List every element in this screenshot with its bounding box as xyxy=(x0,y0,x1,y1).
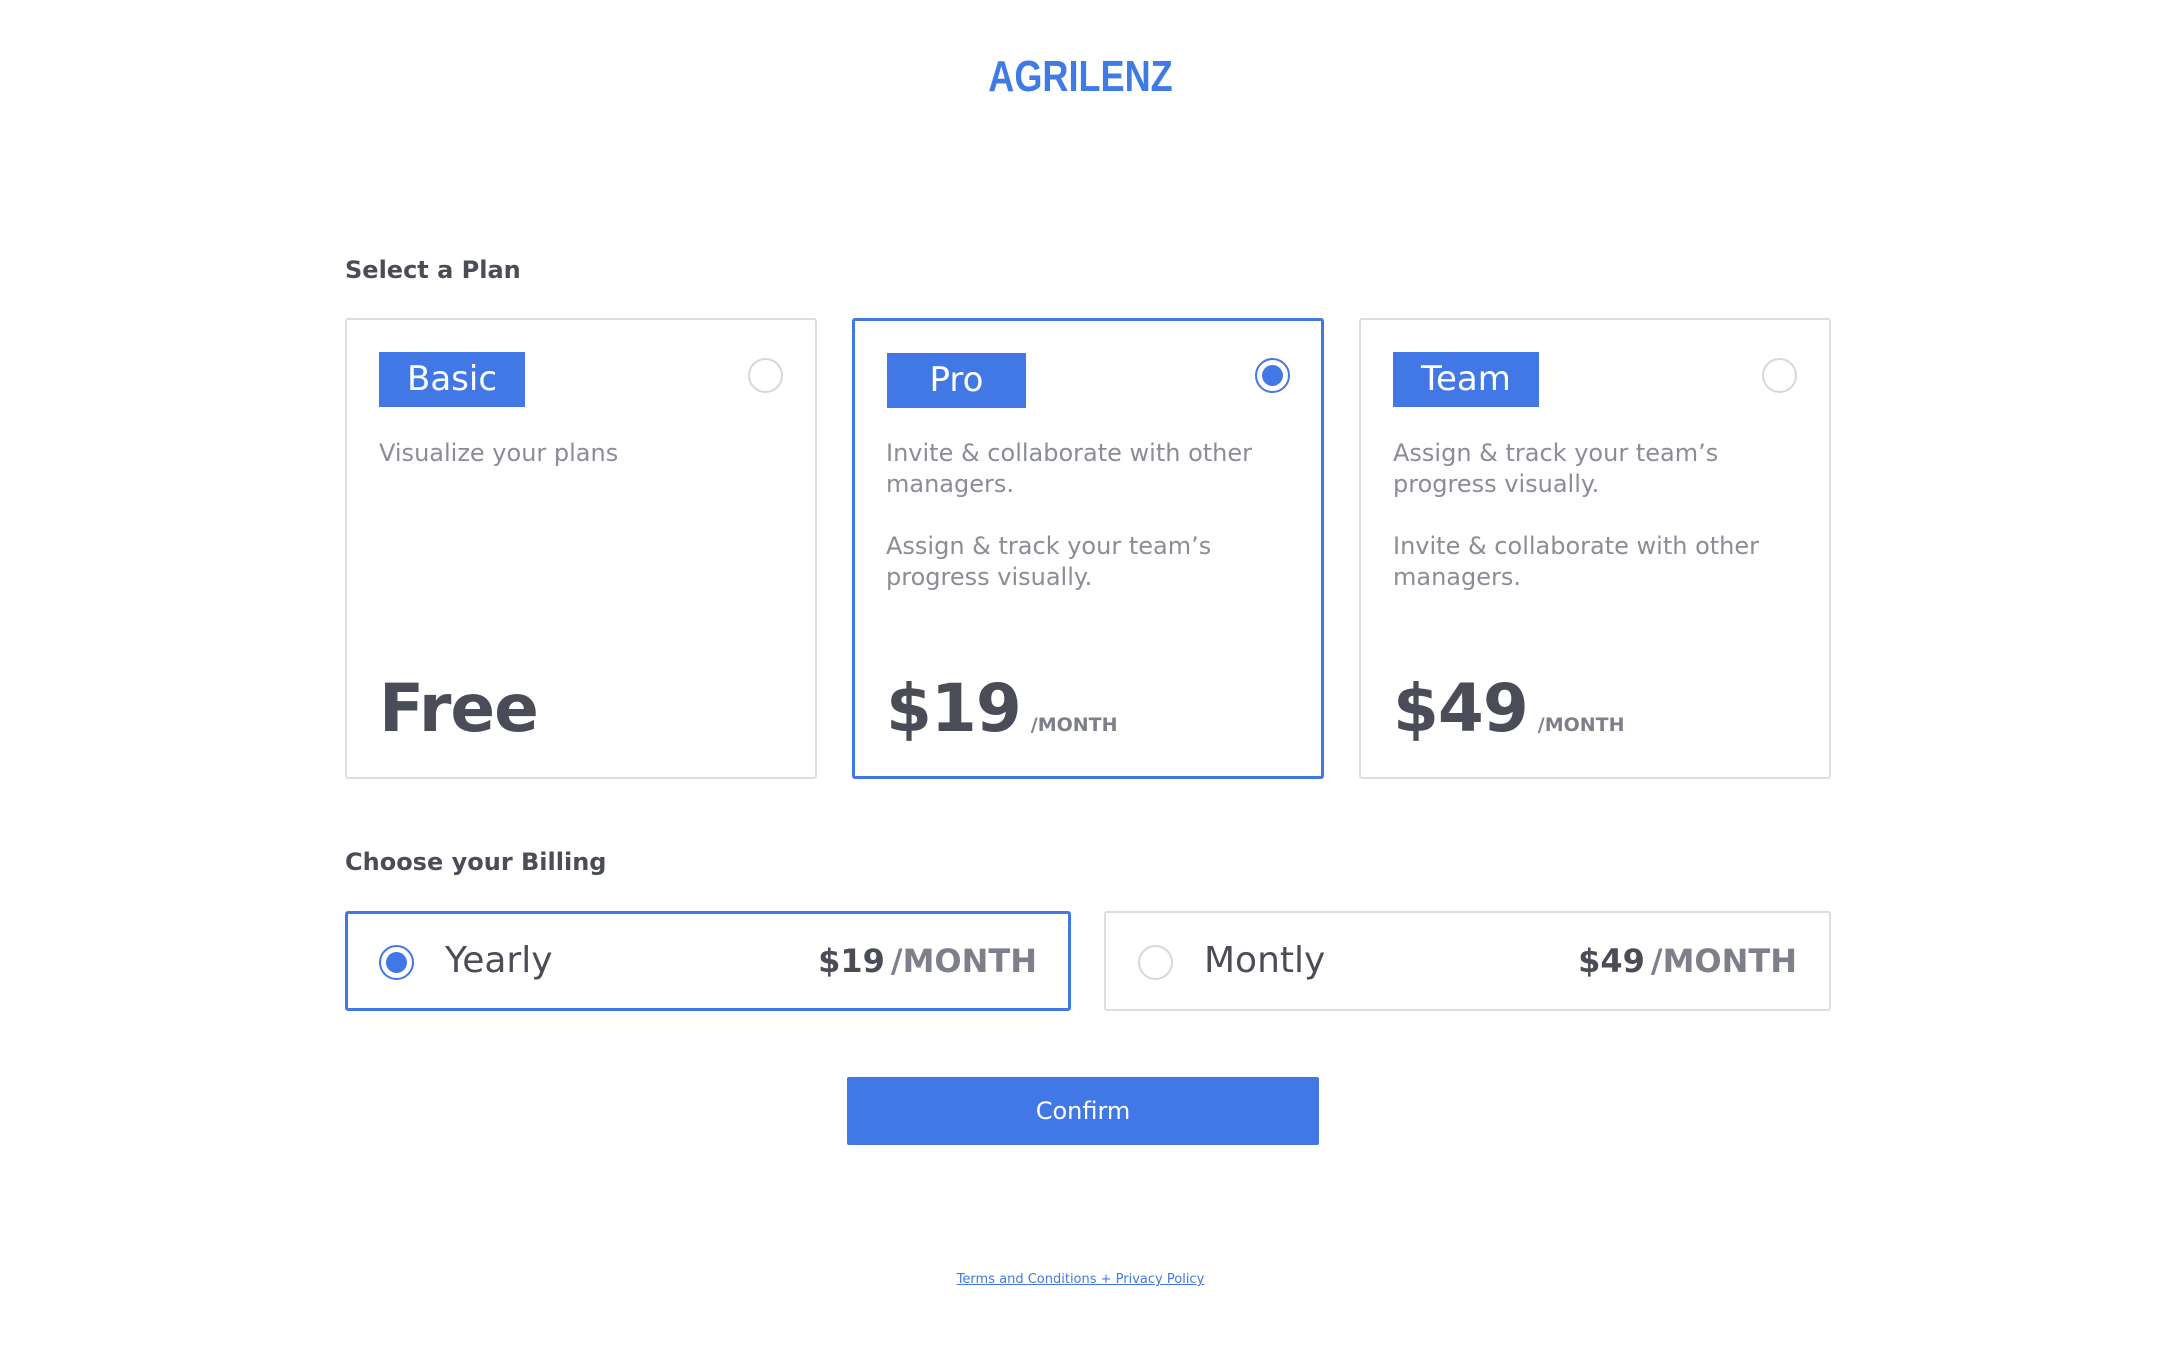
plan-feature-text: Assign & track your team’s progress visu… xyxy=(1393,439,1719,498)
plan-price-row: $19 /MONTH xyxy=(886,670,1118,747)
plan-card-pro[interactable]: Pro Invite & collaborate with other mana… xyxy=(852,318,1324,779)
billing-option-monthly[interactable]: Montly $49/MONTH xyxy=(1104,911,1831,1011)
terms-privacy-link[interactable]: Terms and Conditions + Privacy Policy xyxy=(957,1272,1205,1287)
confirm-button[interactable]: Confirm xyxy=(847,1077,1319,1145)
plan-price-period: /MONTH xyxy=(1537,714,1625,736)
plan-price-period: /MONTH xyxy=(1030,714,1118,736)
billing-unit: /MONTH xyxy=(890,942,1037,980)
billing-price: $49/MONTH xyxy=(1578,913,1797,1015)
plan-price: Free xyxy=(379,670,539,747)
billing-heading: Choose your Billing xyxy=(345,848,607,876)
plan-card-team[interactable]: Team Assign & track your team’s progress… xyxy=(1359,318,1831,779)
select-plan-heading: Select a Plan xyxy=(345,256,521,284)
billing-label: Montly xyxy=(1204,940,1326,981)
billing-amount: $19 xyxy=(818,942,885,980)
plan-price-row: $49 /MONTH xyxy=(1393,670,1625,747)
plan-price: $49 xyxy=(1393,670,1529,747)
footer: Terms and Conditions + Privacy Policy xyxy=(0,1272,2161,1287)
plan-price-row: Free xyxy=(379,670,539,747)
plan-feature-text: Assign & track your team’s progress visu… xyxy=(886,532,1212,591)
plan-feature-text: Invite & collaborate with other managers… xyxy=(1393,532,1760,591)
billing-label: Yearly xyxy=(445,940,553,981)
plan-name-badge: Basic xyxy=(379,352,526,407)
plan-name-badge: Team xyxy=(1393,352,1539,407)
plan-radio-basic[interactable] xyxy=(748,358,783,393)
billing-price: $19/MONTH xyxy=(818,914,1037,1014)
brand-logo: AGRILENZ xyxy=(988,52,1173,101)
plan-feature-text: Visualize your plans xyxy=(379,439,619,467)
plan-feature-text: Invite & collaborate with other managers… xyxy=(886,439,1253,498)
plan-card-basic[interactable]: Basic Visualize your plans Free xyxy=(345,318,817,779)
billing-option-yearly[interactable]: Yearly $19/MONTH xyxy=(345,911,1071,1011)
billing-amount: $49 xyxy=(1578,942,1645,980)
billing-radio-monthly[interactable] xyxy=(1138,945,1173,980)
plan-description: Assign & track your team’s progress visu… xyxy=(1393,438,1773,593)
plan-name-badge: Pro xyxy=(887,353,1026,408)
billing-unit: /MONTH xyxy=(1650,942,1797,980)
billing-radio-yearly[interactable] xyxy=(379,945,414,980)
plan-description: Visualize your plans xyxy=(379,438,759,469)
plan-radio-pro[interactable] xyxy=(1255,358,1290,393)
plan-radio-team[interactable] xyxy=(1762,358,1797,393)
plan-description: Invite & collaborate with other managers… xyxy=(886,438,1266,593)
plan-price: $19 xyxy=(886,670,1022,747)
